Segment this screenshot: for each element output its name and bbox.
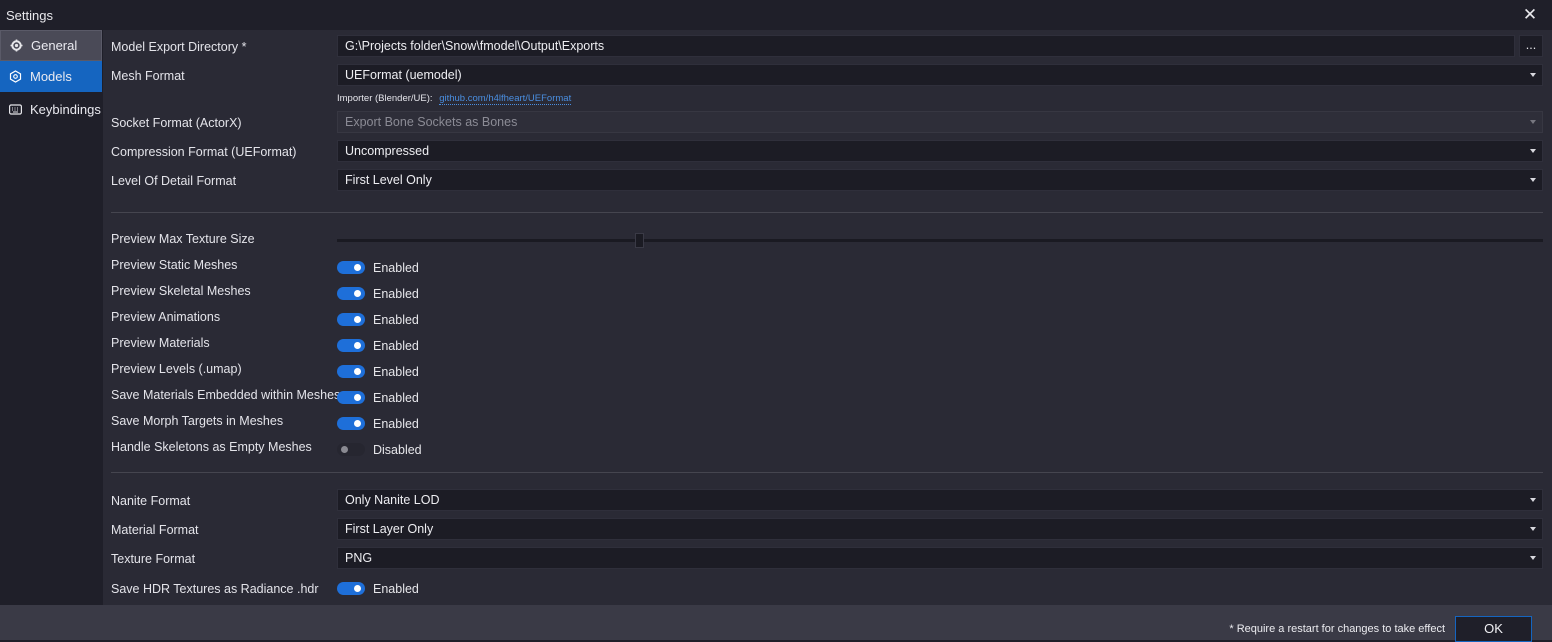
toggle-state: Enabled	[373, 391, 419, 405]
keyboard-icon	[8, 103, 22, 117]
toggle-label: Save Morph Targets in Meshes	[111, 414, 284, 428]
toggle-state: Enabled	[373, 313, 419, 327]
toggle-label: Preview Materials	[111, 336, 210, 350]
nanite-format-value: Only Nanite LOD	[345, 493, 440, 507]
toggle-label: Preview Levels (.umap)	[111, 362, 242, 376]
lod-format-select[interactable]: First Level Only	[337, 169, 1543, 191]
divider	[111, 212, 1543, 213]
toggle-label: Save Materials Embedded within Meshes	[111, 388, 341, 402]
toggle-state: Enabled	[373, 339, 419, 353]
title-bar: Settings ✕	[0, 0, 1552, 30]
window-title: Settings	[6, 8, 53, 23]
mesh-format-value: UEFormat (uemodel)	[345, 68, 462, 82]
material-format-select[interactable]: First Layer Only	[337, 518, 1543, 540]
importer-hint: Importer (Blender/UE): github.com/h4lfhe…	[337, 93, 572, 105]
chevron-down-icon	[1530, 73, 1536, 77]
cube-icon	[8, 70, 22, 84]
sidebar-item-label: Models	[30, 69, 72, 84]
lod-format-value: First Level Only	[345, 173, 432, 187]
texture-format-label: Texture Format	[111, 552, 196, 566]
material-format-value: First Layer Only	[345, 522, 434, 536]
preview-animations-toggle[interactable]	[337, 313, 365, 326]
save-materials-embedded-toggle[interactable]	[337, 391, 365, 404]
footer-bar: * Require a restart for changes to take …	[0, 605, 1552, 642]
compression-format-value: Uncompressed	[345, 144, 430, 158]
model-export-directory-label: Model Export Directory *	[111, 40, 247, 54]
socket-format-select: Export Bone Sockets as Bones	[337, 111, 1543, 133]
toggle-state: Enabled	[373, 261, 419, 275]
importer-label: Importer (Blender/UE):	[337, 93, 433, 104]
gear-icon	[9, 39, 23, 53]
preview-materials-toggle[interactable]	[337, 339, 365, 352]
socket-format-value: Export Bone Sockets as Bones	[345, 115, 518, 129]
chevron-down-icon	[1530, 149, 1536, 153]
save-hdr-label: Save HDR Textures as Radiance .hdr	[111, 582, 319, 596]
handle-skeletons-toggle[interactable]	[337, 443, 365, 456]
nanite-format-label: Nanite Format	[111, 494, 191, 508]
preview-max-texture-size-label: Preview Max Texture Size	[111, 232, 255, 246]
compression-format-select[interactable]: Uncompressed	[337, 140, 1543, 162]
toggle-label: Preview Animations	[111, 310, 221, 324]
model-export-directory-input[interactable]: G:\Projects folder\Snow\fmodel\Output\Ex…	[337, 35, 1515, 57]
chevron-down-icon	[1530, 120, 1536, 124]
toggle-label: Preview Static Meshes	[111, 258, 238, 272]
slider-thumb[interactable]	[635, 233, 644, 248]
mesh-format-label: Mesh Format	[111, 69, 185, 83]
save-hdr-toggle[interactable]	[337, 582, 365, 595]
texture-format-select[interactable]: PNG	[337, 547, 1543, 569]
chevron-down-icon	[1530, 498, 1536, 502]
texture-format-value: PNG	[345, 551, 373, 565]
sidebar-item-label: General	[31, 38, 78, 53]
mesh-format-select[interactable]: UEFormat (uemodel)	[337, 64, 1543, 86]
compression-format-label: Compression Format (UEFormat)	[111, 145, 297, 159]
ok-button[interactable]: OK	[1455, 616, 1532, 642]
material-format-label: Material Format	[111, 523, 199, 537]
close-icon[interactable]: ✕	[1518, 5, 1542, 25]
preview-levels-toggle[interactable]	[337, 365, 365, 378]
toggle-state: Enabled	[373, 287, 419, 301]
sidebar-item-keybindings[interactable]: Keybindings	[0, 94, 102, 125]
browse-button[interactable]: ...	[1519, 35, 1543, 57]
importer-link[interactable]: github.com/h4lfheart/UEFormat	[439, 93, 572, 105]
sidebar-item-models[interactable]: Models	[0, 61, 102, 92]
toggle-state: Disabled	[373, 443, 422, 457]
toggle-label: Preview Skeletal Meshes	[111, 284, 251, 298]
preview-static-meshes-toggle[interactable]	[337, 261, 365, 274]
chevron-down-icon	[1530, 556, 1536, 560]
toggle-state: Enabled	[373, 417, 419, 431]
toggle-state: Enabled	[373, 365, 419, 379]
chevron-down-icon	[1530, 178, 1536, 182]
sidebar-item-general[interactable]: General	[0, 30, 102, 61]
save-morph-targets-toggle[interactable]	[337, 417, 365, 430]
toggle-state: Enabled	[373, 582, 419, 596]
chevron-down-icon	[1530, 527, 1536, 531]
preview-max-texture-size-slider[interactable]	[337, 239, 1543, 242]
restart-note: * Require a restart for changes to take …	[1229, 623, 1445, 635]
settings-panel: Model Export Directory * G:\Projects fol…	[103, 30, 1552, 605]
divider	[111, 472, 1543, 473]
sidebar-item-label: Keybindings	[30, 102, 101, 117]
lod-format-label: Level Of Detail Format	[111, 174, 237, 188]
toggle-label: Handle Skeletons as Empty Meshes	[111, 440, 312, 454]
socket-format-label: Socket Format (ActorX)	[111, 116, 242, 130]
preview-skeletal-meshes-toggle[interactable]	[337, 287, 365, 300]
nanite-format-select[interactable]: Only Nanite LOD	[337, 489, 1543, 511]
sidebar: General Models Keybindings	[0, 30, 103, 605]
